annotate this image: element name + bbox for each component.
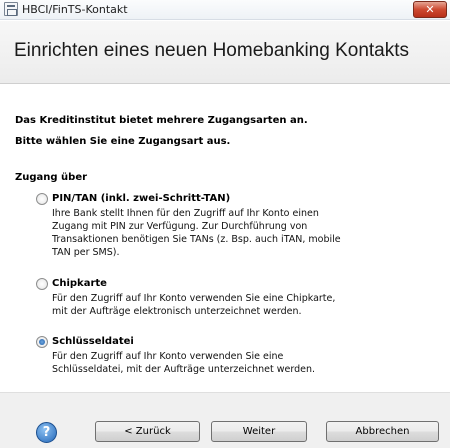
window-title: HBCI/FinTS-Kontakt <box>22 3 128 16</box>
description-line: Zugang mit PIN zur Verfügung. Zur Durchf… <box>52 221 308 232</box>
description-line: Transaktionen benötigen Sie TANs (z. Bsp… <box>52 234 341 245</box>
option-description-chipkarte: Für den Zugriff auf Ihr Konto verwenden … <box>52 292 352 318</box>
wizard-footer: ? < Zurück Weiter Abbrechen <box>0 392 450 448</box>
option-schluesseldatei[interactable]: Schlüsseldatei Für den Zugriff auf Ihr K… <box>36 336 352 376</box>
access-group-label: Zugang über <box>15 172 88 183</box>
help-icon[interactable]: ? <box>36 422 57 443</box>
next-button[interactable]: Weiter <box>211 421 307 442</box>
option-pin-tan[interactable]: PIN/TAN (inkl. zwei-Schritt-TAN) Ihre Ba… <box>36 193 352 259</box>
radio-pin-tan[interactable] <box>36 193 48 205</box>
option-label-schluesseldatei[interactable]: Schlüsseldatei <box>52 336 352 347</box>
intro-text-1: Das Kreditinstitut bietet mehrere Zugang… <box>15 115 308 126</box>
description-line: Schlüsseldatei, mit der Aufträge unterze… <box>52 364 316 375</box>
description-line: mit der Aufträge elektronisch unterzeich… <box>52 306 302 317</box>
description-line: TAN per SMS). <box>52 247 120 258</box>
description-line: Für den Zugriff auf Ihr Konto verwenden … <box>52 293 336 304</box>
radio-chipkarte[interactable] <box>36 278 48 290</box>
option-label-pin-tan[interactable]: PIN/TAN (inkl. zwei-Schritt-TAN) <box>52 193 352 204</box>
option-description-schluesseldatei: Für den Zugriff auf Ihr Konto verwenden … <box>52 350 352 376</box>
back-button[interactable]: < Zurück <box>95 421 200 442</box>
title-bar: HBCI/FinTS-Kontakt ✕ <box>0 0 450 20</box>
intro-text-2: Bitte wählen Sie eine Zugangsart aus. <box>15 136 231 147</box>
option-label-chipkarte[interactable]: Chipkarte <box>52 278 352 289</box>
wizard-header: Einrichten eines neuen Homebanking Konta… <box>0 21 450 84</box>
cancel-button[interactable]: Abbrechen <box>326 421 439 442</box>
close-button[interactable]: ✕ <box>413 1 447 18</box>
option-description-pin-tan: Ihre Bank stellt Ihnen für den Zugriff a… <box>52 207 352 259</box>
option-chipkarte[interactable]: Chipkarte Für den Zugriff auf Ihr Konto … <box>36 278 352 318</box>
page-title: Einrichten eines neuen Homebanking Konta… <box>14 40 410 61</box>
wizard-content: Das Kreditinstitut bietet mehrere Zugang… <box>0 85 450 392</box>
description-line: Ihre Bank stellt Ihnen für den Zugriff a… <box>52 208 319 219</box>
description-line: Für den Zugriff auf Ihr Konto verwenden … <box>52 351 284 362</box>
app-window-icon <box>4 2 18 16</box>
radio-schluesseldatei[interactable] <box>36 336 48 348</box>
